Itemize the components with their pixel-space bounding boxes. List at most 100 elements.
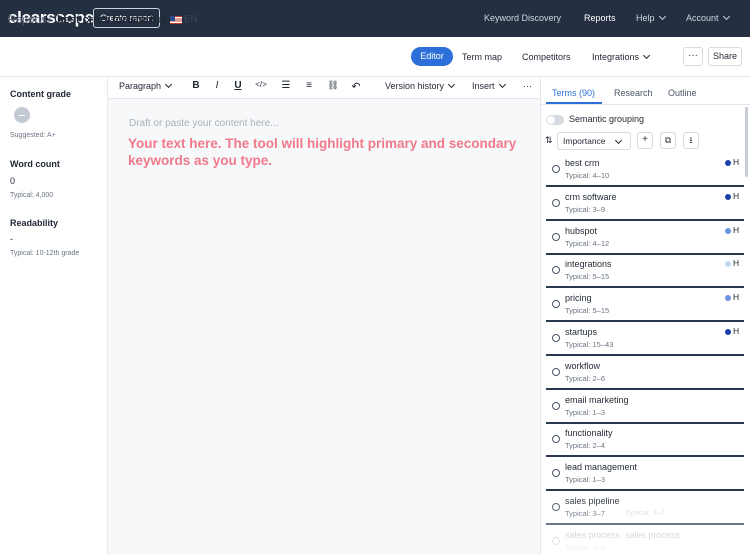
tab-divider — [540, 104, 750, 105]
term-item[interactable]: lead management Typical: 1–3 — [546, 457, 744, 492]
heading-usage-dot-icon — [725, 329, 731, 335]
content-grade-title: Content grade — [10, 89, 72, 99]
term-checkbox[interactable] — [552, 435, 560, 444]
breadcrumb-separator: / — [48, 14, 52, 26]
nav-account[interactable]: Account — [686, 0, 730, 37]
term-name: functionality — [565, 428, 613, 439]
heading-label: H — [733, 224, 740, 235]
term-checkbox[interactable] — [552, 367, 560, 376]
term-typical: Typical: 2–4 — [565, 441, 606, 451]
content-grade-badge — [14, 107, 30, 123]
heading-label: H — [733, 157, 740, 167]
readability-title: Readability — [10, 218, 59, 228]
term-name: startups — [565, 327, 598, 337]
heading-label: H — [733, 326, 740, 336]
ghost-term-typical: Typical: 3–7 — [625, 508, 666, 517]
terms-scrollbar[interactable] — [745, 107, 748, 177]
share-button[interactable]: Share — [708, 47, 742, 66]
nav-account-label: Account — [686, 13, 719, 23]
term-item[interactable]: functionality Typical: 2–4 — [546, 423, 744, 458]
paragraph-style-select[interactable]: Paragraph — [119, 80, 173, 91]
underline-button[interactable]: U — [231, 80, 245, 91]
term-checkbox[interactable] — [552, 469, 560, 478]
heading-label: H — [733, 190, 740, 201]
tab-terms[interactable]: Terms (90) — [552, 88, 595, 98]
ghost-term-name: sales process — [625, 530, 681, 540]
tab-competitors[interactable]: Competitors — [522, 52, 571, 62]
editor-hint-text: Your text here. The tool will highlight … — [128, 136, 517, 168]
tab-outline[interactable]: Outline — [668, 88, 697, 98]
term-name: pricing — [565, 293, 592, 304]
more-options-button[interactable]: ··· — [683, 47, 703, 66]
report-title: best crms for startups — [57, 14, 174, 26]
nav-reports[interactable]: Reports — [584, 0, 616, 37]
term-checkbox[interactable] — [552, 401, 560, 410]
download-icon[interactable]: ⭳ — [683, 132, 699, 149]
term-name: lead management — [565, 462, 638, 473]
tab-integrations[interactable]: Integrations — [592, 51, 651, 62]
term-name: workflow — [565, 360, 601, 371]
version-history-select[interactable]: Version history — [385, 80, 456, 91]
term-item[interactable]: crm software Typical: 3–9 H — [546, 187, 744, 221]
term-typical: Typical: 5–15 — [565, 272, 610, 282]
sort-select[interactable]: Importance — [557, 132, 631, 150]
term-checkbox[interactable] — [552, 198, 560, 207]
code-icon[interactable]: </> — [254, 80, 268, 89]
insert-label: Insert — [472, 81, 495, 91]
version-history-label: Version history — [385, 81, 445, 91]
term-name: crm software — [565, 191, 617, 202]
term-checkbox[interactable] — [552, 503, 560, 511]
us-flag-icon — [170, 16, 182, 24]
term-item[interactable]: email marketing Typical: 1–3 — [546, 390, 744, 424]
breadcrumb-reports-link[interactable]: Reports — [8, 14, 47, 26]
undo-icon[interactable]: ↶ — [349, 80, 363, 93]
chevron-down-icon — [658, 12, 666, 21]
bold-button[interactable]: B — [189, 80, 203, 91]
heading-usage-dot-icon — [725, 160, 731, 166]
tab-editor[interactable]: Editor — [411, 47, 453, 66]
term-checkbox[interactable] — [552, 165, 560, 173]
term-checkbox[interactable] — [552, 232, 560, 241]
numbered-list-icon[interactable]: ≡ — [302, 80, 316, 91]
link-icon[interactable]: ⛓ — [326, 80, 340, 91]
term-item[interactable]: integrations Typical: 5–15 H — [546, 254, 744, 289]
copy-icon[interactable]: ⧉ — [660, 132, 676, 149]
term-item[interactable]: pricing Typical: 5–15 H — [546, 288, 744, 323]
term-checkbox[interactable] — [552, 334, 560, 342]
term-checkbox[interactable] — [552, 300, 560, 309]
plus-icon[interactable]: + — [637, 132, 653, 149]
term-name: email marketing — [565, 394, 629, 405]
sort-icon[interactable]: ⇅ — [545, 135, 553, 146]
term-item[interactable]: startups Typical: 15–43 H — [546, 322, 744, 356]
bullet-list-icon[interactable]: ☰ — [279, 80, 293, 91]
term-item[interactable]: best crm Typical: 4–10 H — [546, 153, 744, 187]
readability-typical: Typical: 10-12th grade — [10, 250, 80, 257]
readability-value: - — [10, 234, 13, 244]
heading-label: H — [733, 292, 740, 303]
term-name: sales pipeline — [565, 496, 620, 506]
italic-button[interactable]: I — [210, 80, 224, 91]
term-item[interactable]: hubspot Typical: 4–12 H — [546, 221, 744, 255]
tab-research[interactable]: Research — [614, 88, 653, 98]
nav-keyword-discovery[interactable]: Keyword Discovery — [484, 0, 561, 37]
nav-help-label: Help — [636, 13, 655, 23]
word-count-title: Word count — [10, 159, 60, 169]
content-grade-suggested: Suggested: A+ — [10, 132, 56, 139]
language-label: EN — [184, 14, 198, 25]
term-typical: Typical: 1–3 — [565, 407, 606, 417]
chevron-down-icon — [722, 12, 730, 21]
word-count-value: 0 — [10, 176, 16, 186]
chevron-down-icon — [614, 136, 623, 145]
term-checkbox[interactable] — [552, 266, 560, 275]
term-item[interactable]: workflow Typical: 2–6 — [546, 356, 744, 390]
term-name: integrations — [565, 259, 612, 270]
nav-help[interactable]: Help — [636, 0, 666, 37]
term-typical: Typical: 4–10 — [565, 171, 610, 180]
semantic-grouping-label: Semantic grouping — [569, 114, 645, 124]
toolbar-more-button[interactable]: ··· — [523, 81, 532, 91]
semantic-grouping-toggle[interactable] — [546, 115, 564, 125]
tab-term-map[interactable]: Term map — [462, 52, 502, 62]
heading-usage-dot-icon — [725, 261, 731, 268]
insert-select[interactable]: Insert — [472, 80, 506, 91]
term-typical: Typical: 2–6 — [565, 373, 606, 383]
